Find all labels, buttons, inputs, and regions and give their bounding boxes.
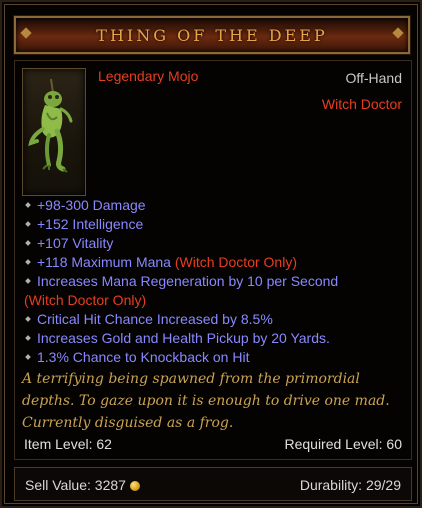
class-requirement: Witch Doctor	[321, 96, 402, 112]
item-tooltip: THING OF THE DEEP Legendary Mojo Off-Han…	[0, 0, 422, 508]
flavor-text: A terrifying being spawned from the prim…	[22, 368, 402, 434]
affix-row: +107 Vitality	[24, 234, 414, 253]
affix-row: Increases Mana Regeneration by 10 per Se…	[24, 272, 414, 291]
item-name: THING OF THE DEEP	[96, 25, 328, 45]
bullet-icon	[25, 335, 31, 341]
sell-value: Sell Value: 3287	[25, 477, 140, 493]
item-level: Item Level: 62	[24, 436, 112, 452]
affix-class-restriction: (Witch Doctor Only)	[24, 292, 147, 308]
required-level: Required Level: 60	[284, 436, 402, 452]
flavor-line: depths. To gaze upon it is enough to dri…	[22, 393, 390, 409]
bullet-icon	[25, 202, 31, 208]
affix-text: Critical Hit Chance Increased by 8.5%	[37, 311, 273, 327]
affix-text: +118 Maximum Mana	[37, 254, 171, 270]
gold-coin-icon	[129, 481, 140, 491]
affix-row: Increases Gold and Health Pickup by 20 Y…	[24, 329, 414, 348]
affix-row: Critical Hit Chance Increased by 8.5%	[24, 310, 414, 329]
affix-text: 1.3% Chance to Knockback on Hit	[37, 349, 250, 365]
affix-text: +152 Intelligence	[37, 216, 144, 232]
affix-text: +98-300 Damage	[37, 197, 146, 213]
affix-row: 1.3% Chance to Knockback on Hit	[24, 348, 414, 367]
sell-value-label: Sell Value: 3287	[25, 477, 126, 493]
bullet-icon	[25, 221, 31, 227]
affix-list: +98-300 Damage +152 Intelligence +107 Vi…	[24, 196, 414, 367]
bullet-icon	[25, 316, 31, 322]
frog-mojo-icon	[28, 78, 73, 173]
affix-text: +107 Vitality	[37, 235, 114, 251]
bullet-icon	[25, 240, 31, 246]
durability: Durability: 29/29	[299, 477, 401, 493]
bullet-icon	[25, 354, 31, 360]
item-icon-slot	[22, 68, 86, 196]
affix-text: Increases Gold and Health Pickup by 20 Y…	[37, 330, 330, 346]
item-slot: Off-Hand	[345, 70, 402, 86]
bullet-icon	[25, 259, 31, 265]
affix-class-restriction: (Witch Doctor Only)	[174, 254, 297, 270]
bullet-icon	[25, 278, 31, 284]
tooltip-footer: Sell Value: 3287 Durability: 29/29	[14, 467, 412, 501]
affix-row: +152 Intelligence	[24, 215, 414, 234]
affix-row: +118 Maximum Mana (Witch Doctor Only)	[24, 253, 414, 272]
item-type: Legendary Mojo	[98, 68, 199, 84]
affix-text: Increases Mana Regeneration by 10 per Se…	[37, 273, 339, 289]
flavor-line: A terrifying being spawned from the prim…	[22, 371, 360, 387]
affix-row: +98-300 Damage	[24, 196, 414, 215]
title-bar: THING OF THE DEEP	[14, 16, 410, 54]
flavor-line: Currently disguised as a frog.	[22, 415, 234, 431]
